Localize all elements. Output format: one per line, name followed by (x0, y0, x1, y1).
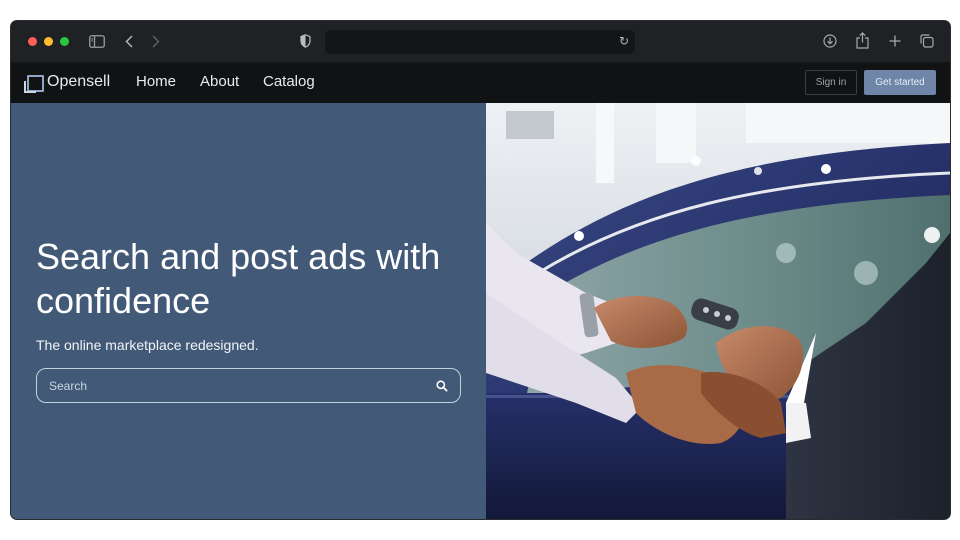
back-icon[interactable] (125, 35, 133, 48)
search-icon[interactable] (434, 378, 450, 394)
hero-title: Search and post ads with confidence (36, 236, 441, 321)
hero-panel: Search and post ads with confidence The … (11, 103, 486, 519)
download-icon[interactable] (823, 34, 837, 48)
tab-overview-icon[interactable] (920, 34, 934, 48)
hero-subtitle: The online marketplace redesigned. (36, 337, 259, 353)
address-bar[interactable]: ↻ (325, 30, 635, 54)
shield-icon[interactable] (300, 34, 311, 48)
hero-image-car-key-handshake (486, 103, 950, 519)
forward-icon[interactable] (152, 35, 160, 48)
hero-photo-illustration (486, 103, 950, 519)
site-navbar: Opensell Home About Catalog Sign in Get … (11, 63, 950, 103)
nav-link-home[interactable]: Home (136, 73, 176, 90)
nav-link-catalog[interactable]: Catalog (263, 73, 315, 90)
logo-icon[interactable] (24, 75, 44, 93)
share-icon[interactable] (856, 32, 869, 49)
brand-logo-text[interactable]: Opensell (47, 73, 110, 91)
reload-icon[interactable]: ↻ (619, 34, 629, 48)
search-box[interactable] (36, 368, 461, 403)
zoom-window-button[interactable] (60, 37, 69, 46)
close-window-button[interactable] (28, 37, 37, 46)
get-started-button[interactable]: Get started (864, 70, 936, 95)
browser-window: ↻ Opensell Home About Catalog Sign in Ge… (11, 21, 950, 519)
sign-in-button[interactable]: Sign in (805, 70, 857, 95)
sidebar-icon[interactable] (89, 35, 105, 48)
new-tab-icon[interactable] (889, 35, 901, 47)
nav-link-about[interactable]: About (200, 73, 239, 90)
minimize-window-button[interactable] (44, 37, 53, 46)
browser-toolbar: ↻ (11, 21, 950, 63)
search-input[interactable] (49, 377, 419, 395)
